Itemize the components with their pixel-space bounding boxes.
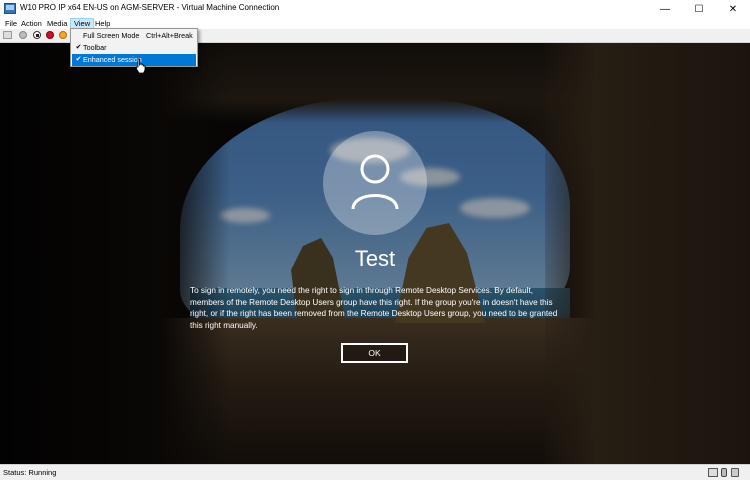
start-icon[interactable] xyxy=(19,31,27,39)
ok-button[interactable]: OK xyxy=(341,343,408,363)
menu-media[interactable]: Media xyxy=(44,18,70,29)
menu-item-label: Toolbar xyxy=(83,43,107,52)
window-title: W10 PRO IP x64 EN-US on AGM-SERVER - Vir… xyxy=(20,3,280,12)
status-bar: Status: Running xyxy=(0,464,750,480)
menu-item-shortcut: Ctrl+Alt+Break xyxy=(146,31,193,40)
vm-status: Status: Running xyxy=(3,468,57,477)
save-icon[interactable] xyxy=(59,31,67,39)
menu-item-toolbar[interactable]: ✔ Toolbar xyxy=(72,42,196,54)
check-icon: ✔ xyxy=(75,56,82,63)
shutdown-icon[interactable] xyxy=(46,31,54,39)
close-button[interactable]: ✕ xyxy=(716,0,750,18)
lock-icon xyxy=(731,468,739,477)
menu-item-enhanced-session[interactable]: ✔ Enhanced session xyxy=(72,54,196,66)
sign-in-error-message: To sign in remotely, you need the right … xyxy=(190,286,558,330)
menu-item-label: Enhanced session xyxy=(83,55,142,64)
title-bar: W10 PRO IP x64 EN-US on AGM-SERVER - Vir… xyxy=(0,0,750,19)
view-menu-dropdown: Full Screen Mode Ctrl+Alt+Break ✔ Toolba… xyxy=(70,28,198,67)
keyboard-icon xyxy=(708,468,718,477)
menu-item-label: Full Screen Mode xyxy=(83,31,140,40)
username-label: Test xyxy=(354,246,396,271)
usb-icon xyxy=(721,468,727,477)
user-avatar xyxy=(323,131,427,235)
turn-off-icon[interactable] xyxy=(33,31,41,39)
menu-action[interactable]: Action xyxy=(18,18,45,29)
vm-connection-icon xyxy=(4,3,16,14)
maximize-button[interactable]: ☐ xyxy=(682,0,716,18)
menu-item-full-screen-mode[interactable]: Full Screen Mode Ctrl+Alt+Break xyxy=(72,30,196,42)
user-icon xyxy=(351,154,399,210)
minimize-button[interactable]: — xyxy=(648,0,682,18)
hand-cursor-icon xyxy=(136,58,146,74)
ctrl-alt-del-icon[interactable] xyxy=(3,31,12,39)
check-icon: ✔ xyxy=(75,44,82,51)
vm-display[interactable]: Test To sign in remotely, you need the r… xyxy=(0,43,750,464)
